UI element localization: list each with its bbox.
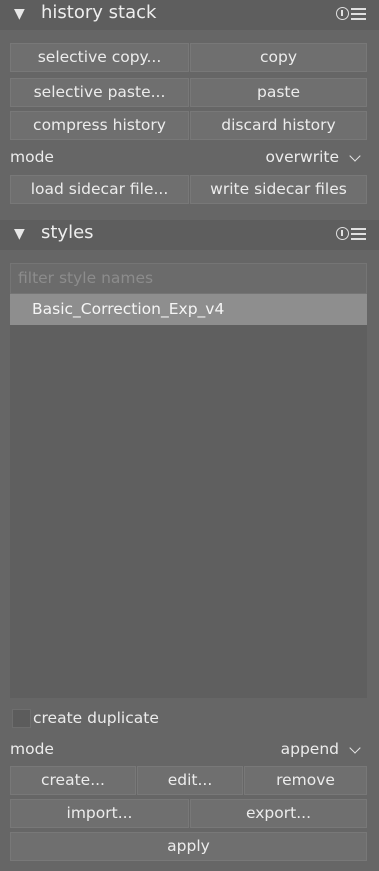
history-stack-header[interactable]: ▼ history stack: [0, 0, 379, 30]
remove-style-button[interactable]: remove: [244, 766, 367, 795]
history-mode-combobox[interactable]: mode overwrite: [0, 144, 379, 172]
collapse-arrow-icon[interactable]: ▼: [14, 226, 25, 242]
history-stack-title: history stack: [41, 2, 157, 23]
apply-style-button[interactable]: apply: [10, 832, 367, 861]
create-duplicate-label: create duplicate: [33, 709, 159, 727]
create-style-button[interactable]: create...: [10, 766, 136, 795]
edit-style-button[interactable]: edit...: [137, 766, 243, 795]
load-sidecar-button[interactable]: load sidecar file...: [10, 175, 189, 204]
presets-menu-icon[interactable]: [351, 226, 366, 241]
history-mode-value: overwrite: [265, 148, 339, 166]
selective-paste-button[interactable]: selective paste...: [10, 78, 189, 107]
styles-mode-combobox[interactable]: mode append: [0, 736, 379, 764]
styles-mode-label: mode: [10, 740, 54, 758]
import-style-button[interactable]: import...: [10, 799, 189, 828]
styles-mode-value: append: [280, 740, 339, 758]
info-icon[interactable]: [336, 7, 349, 20]
write-sidecar-button[interactable]: write sidecar files: [190, 175, 367, 204]
styles-header[interactable]: ▼ styles: [0, 220, 379, 250]
compress-history-button[interactable]: compress history: [10, 111, 189, 140]
create-duplicate-checkbox[interactable]: [12, 709, 31, 728]
chevron-down-icon: [349, 742, 361, 754]
styles-title: styles: [41, 222, 94, 243]
history-mode-label: mode: [10, 148, 54, 166]
chevron-down-icon: [349, 150, 361, 162]
paste-button[interactable]: paste: [190, 78, 367, 107]
presets-menu-icon[interactable]: [351, 6, 366, 21]
styles-list[interactable]: Basic_Correction_Exp_v4: [10, 294, 367, 698]
selective-copy-button[interactable]: selective copy...: [10, 43, 189, 72]
copy-button[interactable]: copy: [190, 43, 367, 72]
discard-history-button[interactable]: discard history: [190, 111, 367, 140]
list-item[interactable]: Basic_Correction_Exp_v4: [10, 294, 367, 325]
filter-style-names-input[interactable]: filter style names: [10, 263, 367, 294]
collapse-arrow-icon[interactable]: ▼: [14, 6, 25, 22]
info-icon[interactable]: [336, 227, 349, 240]
export-style-button[interactable]: export...: [190, 799, 367, 828]
